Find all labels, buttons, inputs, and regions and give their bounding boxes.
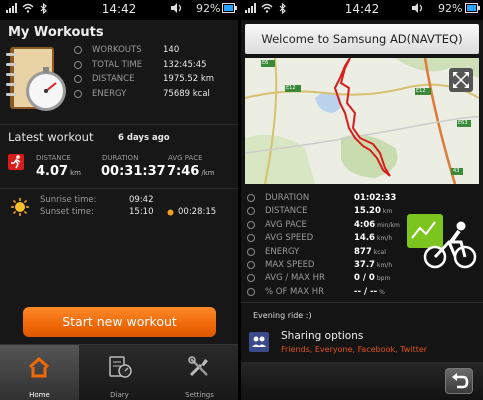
speed-icon — [247, 234, 255, 243]
divider — [0, 188, 238, 189]
battery-icon — [222, 3, 237, 13]
road-label: E12 — [286, 85, 296, 91]
detail-avg-pace: AVG PACE 4:06 min/km — [247, 219, 417, 232]
sunrise-label: Sunrise time: — [40, 195, 97, 205]
summary-workouts: WORKOUTS 140 — [74, 44, 234, 59]
sound-icon — [412, 3, 423, 13]
workout-detail-screen: 14:42 92% Welcome to Samsung AD(NAVTEQ) — [241, 0, 483, 400]
fullscreen-icon[interactable] — [449, 68, 473, 92]
divider — [0, 124, 238, 125]
detail-distance: DISTANCE 15.20 km — [247, 205, 417, 218]
sunset-value: 15:10 — [129, 207, 154, 217]
back-button[interactable] — [445, 368, 473, 394]
daylight-icon — [167, 209, 174, 216]
diary-icon — [109, 356, 132, 378]
clock-icon — [74, 60, 82, 69]
summary-total-time: TOTAL TIME 132:45:45 — [74, 59, 234, 74]
sound-icon — [171, 3, 182, 13]
latest-duration-label: DURATION — [102, 154, 139, 162]
tab-home[interactable]: Home — [0, 345, 79, 400]
welcome-banner: Welcome to Samsung AD(NAVTEQ) — [245, 24, 479, 54]
battery-percent: 92% — [196, 2, 221, 15]
pace-icon — [247, 220, 255, 229]
workouts-icon — [74, 46, 82, 54]
sharing-icon — [249, 332, 269, 352]
route-map[interactable]: E6 E12 E12 E63 43 — [245, 58, 479, 184]
heart-icon — [247, 287, 255, 296]
tab-home-label: Home — [29, 391, 50, 399]
tab-diary-label: Diary — [110, 391, 129, 399]
detail-duration: DURATION 01:02:33 — [247, 192, 417, 205]
detail-energy: ENERGY 877 kcal — [247, 246, 417, 259]
detail-max-speed: MAX SPEED 37.7 km/h — [247, 259, 417, 272]
tab-settings-label: Settings — [185, 391, 214, 399]
road-label: 43 — [453, 168, 460, 174]
running-icon — [8, 154, 24, 170]
summary-distance: DISTANCE 1975.52 km — [74, 73, 234, 88]
energy-icon — [74, 89, 82, 98]
bottom-nav: Home Diary Settings — [0, 344, 238, 400]
battery-icon — [465, 3, 480, 13]
workout-summary: WORKOUTS 140 TOTAL TIME 132:45:45 DISTAN… — [74, 44, 234, 102]
road-label: E12 — [416, 88, 426, 94]
latest-pace-label: AVG PACE — [168, 154, 203, 162]
detail-bottom-bar — [241, 362, 483, 400]
workout-note: Evening ride :) — [253, 311, 312, 320]
clock-icon — [247, 194, 255, 202]
detail-hr: AVG / MAX HR 0 / 0 bpm — [247, 272, 417, 285]
road-label: E6 — [262, 60, 269, 66]
map-canvas — [245, 58, 479, 184]
summary-energy: ENERGY 75689 kcal — [74, 88, 234, 103]
sharing-options-list[interactable]: Friends, Everyone, Facebook, Twitter — [281, 345, 427, 354]
my-workouts-title: My Workouts — [8, 25, 104, 40]
divider — [241, 302, 483, 303]
sunset-label: Sunset time: — [40, 207, 94, 217]
detail-max-hr-pct: % OF MAX HR -- / --% — [247, 286, 417, 299]
detail-avg-speed: AVG SPEED 14.6 km/h — [247, 232, 417, 245]
road-label: E63 — [458, 120, 468, 126]
home-icon — [29, 356, 49, 378]
home-screen: 14:42 92% My Workouts WORKOUTS 140 TOTAL… — [0, 0, 238, 400]
status-bar: 14:42 92% — [241, 0, 483, 20]
latest-pace-value: 7:46/km — [167, 164, 215, 179]
start-new-workout-button[interactable]: Start new workout — [23, 307, 216, 337]
workout-detail-stats: DURATION 01:02:33 DISTANCE 15.20 km AVG P… — [247, 192, 417, 299]
daylight-remaining: 00:28:15 — [178, 207, 217, 217]
latest-distance-value: 4.07 km — [36, 164, 81, 179]
heart-icon — [247, 274, 255, 283]
stopwatch-notebook-icon[interactable] — [4, 43, 72, 117]
distance-icon — [74, 75, 82, 83]
energy-icon — [247, 247, 255, 256]
latest-distance-label: DISTANCE — [36, 154, 71, 162]
distance-icon — [247, 207, 255, 216]
sun-icon — [11, 198, 29, 216]
status-bar: 14:42 92% — [0, 0, 238, 20]
sunrise-value: 09:42 — [129, 195, 154, 205]
latest-duration-value: 00:31:37 — [101, 164, 166, 179]
latest-workout-title[interactable]: Latest workout — [8, 130, 93, 144]
tab-diary[interactable]: Diary — [80, 345, 159, 400]
max-speed-icon — [247, 260, 255, 269]
battery-percent: 92% — [438, 2, 463, 15]
cycling-icon — [407, 214, 477, 269]
tab-settings[interactable]: Settings — [160, 345, 238, 400]
settings-icon — [188, 356, 208, 377]
latest-workout-age: 6 days ago — [118, 133, 170, 143]
back-arrow-icon — [452, 373, 469, 389]
people-icon — [252, 336, 266, 347]
sharing-options-title[interactable]: Sharing options — [281, 330, 363, 342]
